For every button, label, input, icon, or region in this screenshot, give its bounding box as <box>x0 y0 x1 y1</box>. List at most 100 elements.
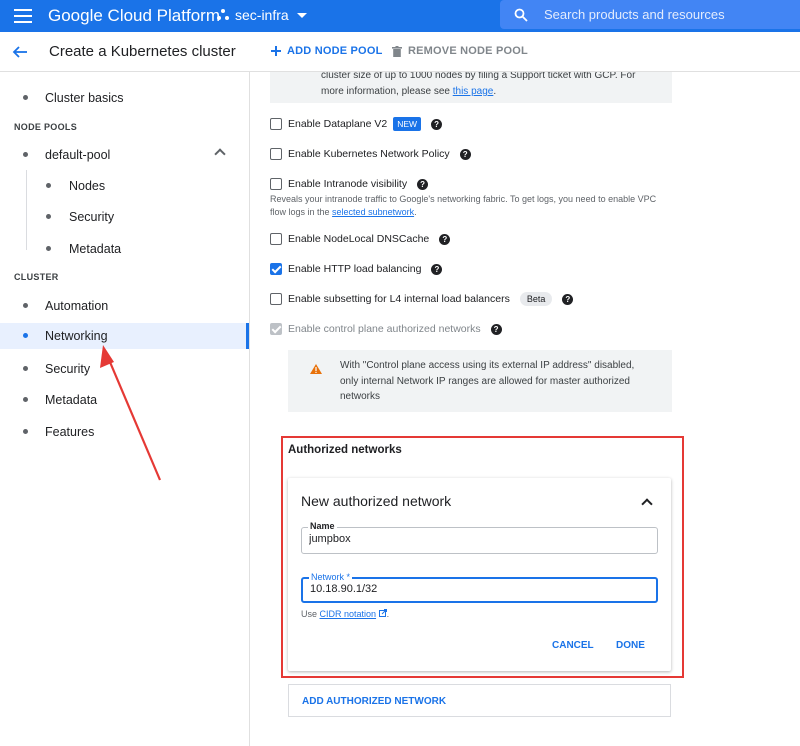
intranode-desc-line-2: flow logs in the selected subnetwork. <box>270 206 680 219</box>
sidebar-item-cluster-basics[interactable]: Cluster basics <box>0 83 249 113</box>
option-control-plane: Enable control plane authorized networks… <box>270 323 502 335</box>
control-plane-checkbox[interactable] <box>270 323 282 335</box>
chevron-up-icon[interactable] <box>641 498 653 510</box>
info-text: more information, please see <box>321 86 453 97</box>
add-authorized-network-button[interactable]: ADD AUTHORIZED NETWORK <box>288 684 671 717</box>
sidebar-item-label: Networking <box>45 329 108 343</box>
help-icon[interactable]: ? <box>417 178 429 190</box>
bullet-icon <box>23 333 28 338</box>
name-input[interactable] <box>309 533 649 545</box>
help-icon[interactable]: ? <box>459 148 471 160</box>
option-dataplane: Enable Dataplane V2 NEW ? <box>270 117 443 131</box>
nodelocal-dns-checkbox[interactable] <box>270 233 282 245</box>
warning-line-2: only internal Network IP ranges are allo… <box>340 375 630 387</box>
cidr-hint: Use CIDR notation . <box>301 609 389 619</box>
hint-text: Use <box>301 609 320 619</box>
menu-icon[interactable] <box>14 9 32 23</box>
option-intranode: Enable Intranode visibility ? <box>270 178 429 190</box>
search-icon <box>514 8 528 22</box>
sidebar-item-pool-security[interactable]: Security <box>0 202 249 232</box>
sidebar-item-label: default-pool <box>45 148 111 162</box>
bullet-icon <box>23 429 28 434</box>
card-title: New authorized network <box>301 493 452 509</box>
option-http-lb: Enable HTTP load balancing ? <box>270 263 443 275</box>
project-selector[interactable]: sec-infra <box>217 7 307 23</box>
remove-node-pool-button[interactable]: REMOVE NODE POOL <box>392 45 528 57</box>
subsetting-checkbox[interactable] <box>270 293 282 305</box>
project-icon <box>217 9 229 21</box>
sidebar-item-pool-metadata[interactable]: Metadata <box>0 234 249 264</box>
app-title[interactable]: Google Cloud Platform <box>48 6 220 26</box>
desc-suffix: . <box>414 207 417 217</box>
help-icon[interactable]: ? <box>490 323 502 335</box>
bullet-icon <box>23 397 28 402</box>
help-icon[interactable]: ? <box>431 118 443 130</box>
http-lb-checkbox[interactable] <box>270 263 282 275</box>
network-input[interactable] <box>310 583 650 595</box>
info-line-1: cluster size of up to 1000 nodes by fili… <box>321 72 636 81</box>
authorized-networks-title: Authorized networks <box>288 444 402 456</box>
sidebar-item-features[interactable]: Features <box>0 417 249 447</box>
remove-node-pool-label: REMOVE NODE POOL <box>408 45 528 57</box>
add-node-pool-button[interactable]: ADD NODE POOL <box>271 45 383 57</box>
chevron-up-icon[interactable] <box>214 148 226 160</box>
info-suffix: . <box>493 86 497 97</box>
sidebar-item-security[interactable]: Security <box>0 354 249 384</box>
sidebar-item-metadata[interactable]: Metadata <box>0 385 249 415</box>
name-field: Name <box>301 521 658 554</box>
new-badge: NEW <box>393 117 422 131</box>
sidebar-item-default-pool[interactable]: default-pool <box>0 140 249 170</box>
page-header: Create a Kubernetes cluster ADD NODE POO… <box>0 32 800 72</box>
back-arrow-icon[interactable] <box>12 44 28 60</box>
trash-icon <box>392 45 402 57</box>
intranode-checkbox[interactable] <box>270 178 282 190</box>
node-pools-heading: NODE POOLS <box>14 122 78 132</box>
sidebar-item-label: Metadata <box>69 242 122 256</box>
bullet-icon <box>46 246 51 251</box>
sidebar-item-networking[interactable]: Networking <box>0 323 249 349</box>
done-button[interactable]: DONE <box>616 640 645 651</box>
bullet-icon <box>23 95 28 100</box>
search-bar[interactable] <box>500 0 800 29</box>
help-icon[interactable]: ? <box>439 233 451 245</box>
bullet-icon <box>46 214 51 219</box>
option-label: Enable Intranode visibility <box>288 178 408 190</box>
sidebar-item-label: Cluster basics <box>45 91 124 105</box>
sidebar-item-label: Metadata <box>45 393 98 407</box>
search-input[interactable] <box>544 7 784 22</box>
warning-banner: With "Control plane access using its ext… <box>288 350 672 412</box>
warning-line-3: networks <box>340 391 381 402</box>
option-label: Enable Kubernetes Network Policy <box>288 148 450 160</box>
sidebar-item-label: Security <box>45 362 91 376</box>
external-link-icon[interactable] <box>378 609 387 617</box>
network-policy-checkbox[interactable] <box>270 148 282 160</box>
bullet-icon <box>23 366 28 371</box>
cidr-notation-link[interactable]: CIDR notation <box>320 609 377 619</box>
option-label: Enable Dataplane V2 <box>288 118 388 130</box>
cancel-button[interactable]: CANCEL <box>552 640 594 651</box>
option-subsetting: Enable subsetting for L4 internal load b… <box>270 292 574 306</box>
network-field: Network * <box>301 572 658 603</box>
hint-suffix: . <box>386 609 390 619</box>
sidebar-item-label: Nodes <box>69 179 106 193</box>
sidebar-item-label: Security <box>69 210 115 224</box>
page-title: Create a Kubernetes cluster <box>49 43 236 60</box>
dataplane-checkbox[interactable] <box>270 118 282 130</box>
desc-text: flow logs in the <box>270 207 333 217</box>
selected-subnetwork-link[interactable]: selected subnetwork <box>332 207 414 217</box>
option-label: Enable subsetting for L4 internal load b… <box>288 293 510 305</box>
help-icon[interactable]: ? <box>562 293 574 305</box>
sidebar-item-label: Features <box>45 425 95 439</box>
warning-line-1: With "Control plane access using its ext… <box>340 360 635 371</box>
this-page-link[interactable]: this page <box>453 86 494 97</box>
new-authorized-network-card: New authorized network Name Network * Us… <box>288 478 671 671</box>
option-nodelocal-dns: Enable NodeLocal DNSCache ? <box>270 233 451 245</box>
info-banner: cluster size of up to 1000 nodes by fili… <box>270 72 672 103</box>
help-icon[interactable]: ? <box>431 263 443 275</box>
sidebar-item-automation[interactable]: Automation <box>0 291 249 321</box>
bullet-icon <box>23 152 28 157</box>
sidebar-item-nodes[interactable]: Nodes <box>0 171 249 201</box>
beta-badge: Beta <box>519 292 553 306</box>
caret-down-icon <box>296 12 307 18</box>
intranode-description: Reveals your intranode traffic to Google… <box>270 193 680 219</box>
